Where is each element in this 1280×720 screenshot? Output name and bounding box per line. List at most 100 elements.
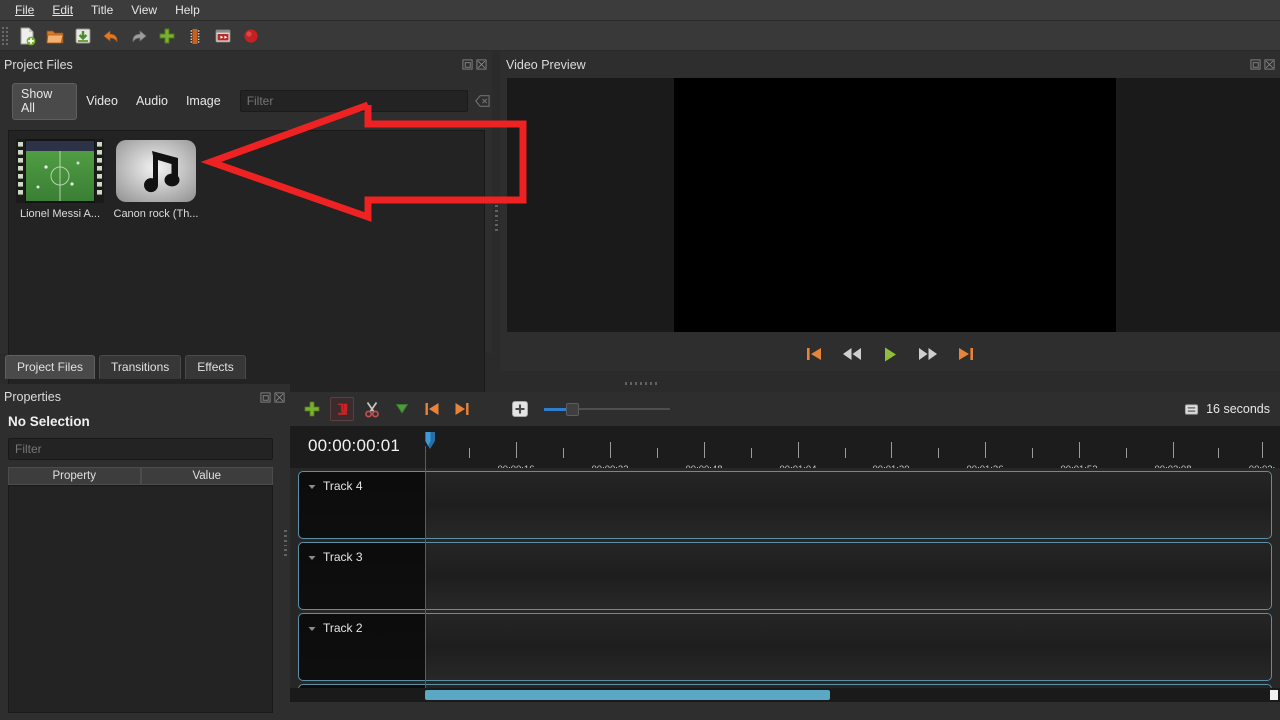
ruler-major-tick [1079,442,1080,458]
ruler-major-tick [610,442,611,458]
jump-to-end-button[interactable] [955,344,977,364]
zoom-slider-fill [544,408,566,411]
timeline-ruler[interactable]: 00:00:1600:00:3200:00:4800:01:0400:01:20… [290,426,1280,475]
save-project-icon[interactable] [70,23,96,49]
menu-title-label: Title [91,2,114,17]
tab-project-files[interactable]: Project Files [5,355,96,379]
center-playhead-button[interactable] [508,397,532,421]
chevron-down-icon[interactable] [307,624,317,634]
add-track-button[interactable] [300,397,324,421]
close-panel-icon[interactable] [274,391,285,403]
video-preview-area[interactable] [507,78,1280,332]
video-preview-title: Video Preview [506,57,586,72]
project-files-filter-input[interactable] [239,90,469,112]
jump-to-start-button[interactable] [803,344,825,364]
play-button[interactable] [879,344,901,364]
project-files-grid: Lionel Messi A... Canon rock (Th... [9,131,484,226]
properties-column-value: Value [140,467,273,485]
timeline-horizontal-scrollbar[interactable] [290,688,1280,702]
toolbar-grip[interactable] [2,25,10,47]
project-file-item-audio[interactable]: Canon rock (Th... [109,137,203,220]
chevron-down-icon[interactable] [307,553,317,563]
tab-effects[interactable]: Effects [185,355,246,379]
export-video-icon[interactable] [210,23,236,49]
open-project-icon[interactable] [42,23,68,49]
properties-column-property: Property [8,467,141,485]
filter-video-button[interactable]: Video [77,90,127,113]
filter-audio-button[interactable]: Audio [127,90,177,113]
float-panel-icon[interactable] [462,59,473,70]
track-lane[interactable] [426,614,1271,680]
project-files-title: Project Files [4,57,73,72]
float-panel-icon[interactable] [260,391,271,403]
track-lane[interactable] [426,543,1271,609]
track-header[interactable]: Track 4 [299,472,426,538]
fast-forward-button[interactable] [917,344,939,364]
rewind-button[interactable] [841,344,863,364]
properties-filter-input[interactable] [8,438,273,460]
video-preview-canvas[interactable] [674,78,1116,332]
timeline-zoom-slider[interactable] [544,402,670,416]
timeline-tracks[interactable]: Track 4 Track 3 Track 2 [290,468,1280,694]
razor-tool-button[interactable] [360,397,384,421]
zoom-slider-handle[interactable] [566,403,579,416]
no-selection-label: No Selection [8,414,90,429]
ruler-minor-tick [1217,448,1219,458]
properties-header: Properties [0,384,290,410]
menu-item-file[interactable]: File [6,1,43,20]
project-file-item-video[interactable]: Lionel Messi A... [13,137,107,220]
timeline-track-4[interactable]: Track 4 [298,471,1272,539]
menu-item-title[interactable]: Title [82,1,122,20]
audio-thumbnail [116,140,196,202]
record-icon[interactable] [238,23,264,49]
vertical-splitter-handle[interactable] [493,205,500,231]
ruler-minor-tick [938,448,939,458]
film-strip-icon[interactable] [182,23,208,49]
project-files-panel: Project Files Show All Video Audio Image [0,51,492,398]
scrollbar-thumb[interactable] [425,690,830,700]
video-preview-panel: Video Preview [500,51,1280,371]
timecode-display: 00:00:00:01 [308,436,401,455]
close-panel-icon[interactable] [476,59,487,70]
float-panel-icon[interactable] [1250,59,1261,70]
timeline-track-3[interactable]: Track 3 [298,542,1272,610]
ruler-major-tick [516,442,517,458]
menu-item-help[interactable]: Help [166,1,209,20]
ruler-major-tick [891,442,892,458]
menu-file-label: File [15,2,35,17]
tab-transitions[interactable]: Transitions [99,355,182,379]
scrollbar-end-marker[interactable] [1270,690,1278,700]
video-thumbnail [16,139,104,203]
filter-image-button[interactable]: Image [177,90,230,113]
horizontal-splitter-handle[interactable] [625,379,657,387]
previous-marker-button[interactable] [420,397,444,421]
snapping-button[interactable] [330,397,354,421]
track-label: Track 2 [323,621,363,635]
filter-show-all-button[interactable]: Show All [12,82,78,120]
video-preview-header: Video Preview [500,51,1280,78]
track-header[interactable]: Track 2 [299,614,426,680]
track-lane[interactable] [426,472,1271,538]
menu-item-edit[interactable]: Edit [43,1,82,20]
new-project-icon[interactable] [14,23,40,49]
timeline-panel: 16 seconds 00:00:1600:00:3200:00:4800:01… [290,392,1280,720]
redo-icon[interactable] [126,23,152,49]
track-header[interactable]: Track 3 [299,543,426,609]
timeline-splitter-handle[interactable] [282,530,289,556]
ruler-minor-tick [469,448,470,458]
project-file-label: Lionel Messi A... [19,208,101,220]
close-panel-icon[interactable] [1264,59,1275,70]
menu-item-view[interactable]: View [122,1,166,20]
timeline-scale-icon[interactable] [1184,402,1199,417]
import-files-icon[interactable] [154,23,180,49]
menu-help-label: Help [175,2,200,17]
clear-filter-icon[interactable] [474,92,492,110]
add-marker-button[interactable] [390,397,414,421]
next-marker-button[interactable] [450,397,474,421]
chevron-down-icon[interactable] [307,482,317,492]
track-label: Track 3 [323,550,363,564]
ruler-minor-tick [657,448,658,458]
properties-table-body[interactable] [8,485,273,713]
undo-icon[interactable] [98,23,124,49]
timeline-track-2[interactable]: Track 2 [298,613,1272,681]
